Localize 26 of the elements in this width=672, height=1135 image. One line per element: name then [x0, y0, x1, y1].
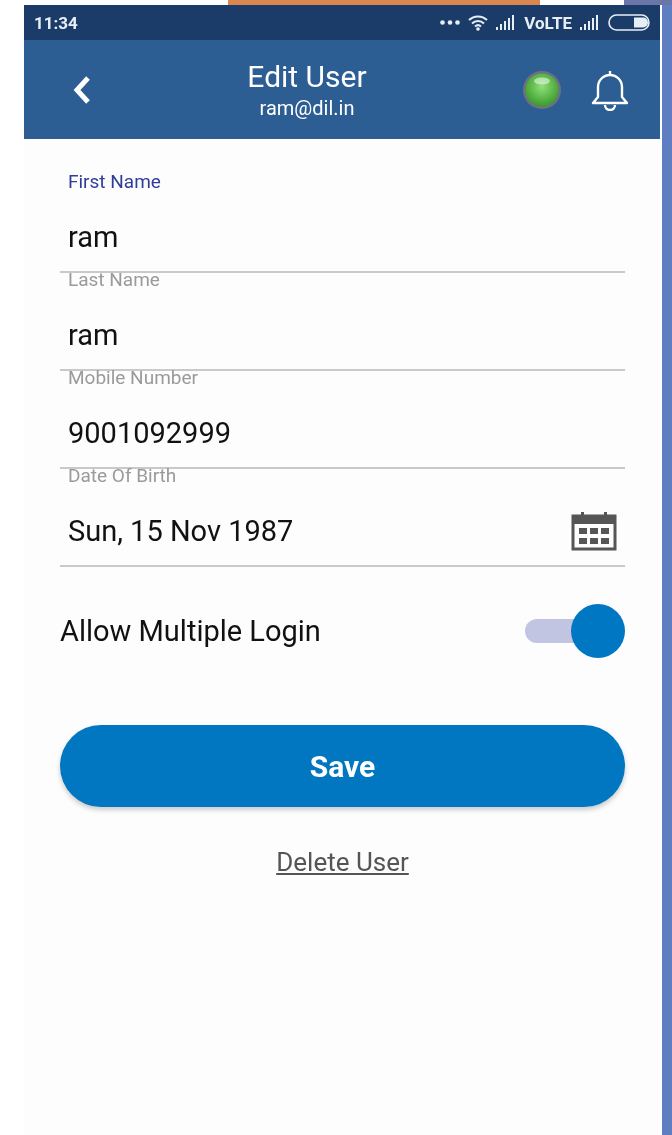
notifications-button[interactable] [590, 68, 630, 111]
back-button[interactable] [72, 74, 92, 105]
signal-icon [580, 15, 600, 30]
input-field[interactable]: 9001092999 [68, 416, 625, 450]
save-button[interactable]: Save [60, 725, 625, 807]
screen-title: Edit User [247, 59, 367, 94]
field-label: Mobile Number [68, 365, 199, 391]
status-time: 11:34 [34, 12, 79, 33]
calendar-icon[interactable] [571, 511, 617, 551]
delete-user-link[interactable]: Delete User [276, 847, 409, 877]
network-label: VoLTE [524, 12, 572, 33]
field-label: Date Of Birth [68, 463, 178, 489]
signal-icon [496, 15, 517, 30]
more-icon [440, 20, 461, 25]
input-field[interactable]: ram [68, 318, 625, 352]
back-icon [72, 74, 92, 105]
setting-label: Allow Multiple Login [60, 614, 321, 648]
date-field[interactable]: Sun, 15 Nov 1987 [68, 514, 571, 548]
wifi-icon [468, 14, 489, 31]
battery-icon [608, 14, 650, 31]
user-email: ram@dil.in [259, 96, 355, 120]
bell-icon [590, 68, 630, 111]
input-field[interactable]: ram [68, 220, 625, 254]
toggle-switch[interactable] [525, 604, 625, 658]
field-label: Last Name [68, 267, 161, 293]
field-label: First Name [68, 169, 162, 195]
